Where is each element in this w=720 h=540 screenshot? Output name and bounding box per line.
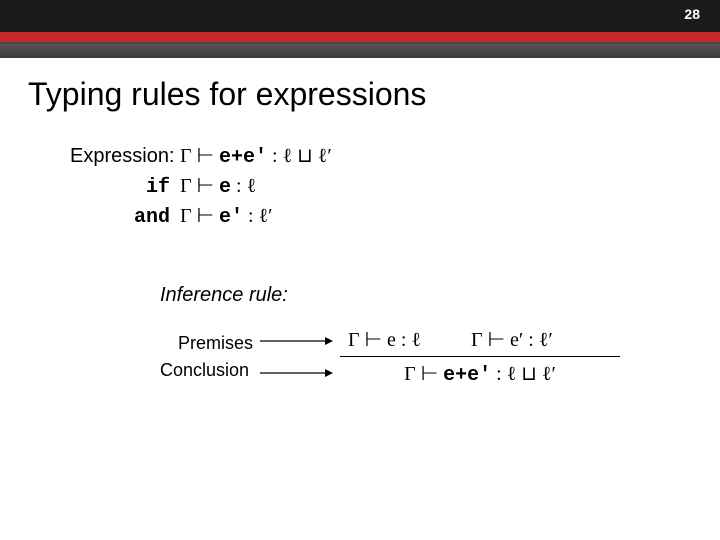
if-keyword: if	[70, 176, 180, 199]
header-red-bar	[0, 32, 720, 42]
and-keyword: and	[70, 206, 180, 229]
rule-premises-line: Γ ⊢ e : ℓ Γ ⊢ e′ : ℓ′	[340, 327, 620, 356]
inference-labels-column: Premises Conclusion	[160, 332, 260, 383]
inference-row: Premises Conclusion Γ ⊢ e : ℓ Γ ⊢ e′ : ℓ…	[160, 327, 720, 387]
expression-line-3: and Γ ⊢ e′ : ℓ′	[70, 203, 720, 229]
slide-title: Typing rules for expressions	[28, 76, 720, 113]
content-area: Expression: Γ ⊢ e+e′ : ℓ ⊔ ℓ′ if Γ ⊢ e :…	[0, 113, 720, 387]
premises-label: Premises	[178, 332, 260, 355]
arrows-column	[260, 335, 340, 379]
rule-conclusion-line: Γ ⊢ e+e′ : ℓ ⊔ ℓ′	[340, 357, 620, 387]
arrow-icon	[260, 367, 335, 379]
rule-premise-2: Γ ⊢ e′ : ℓ′	[471, 327, 553, 352]
inference-section: Inference rule: Premises Conclusion Γ ⊢ …	[160, 284, 720, 387]
header-gradient-bar	[0, 42, 720, 58]
rule-premise-1: Γ ⊢ e : ℓ	[348, 327, 421, 352]
expression-premise-1: Γ ⊢ e : ℓ	[180, 173, 256, 199]
conclusion-label: Conclusion	[160, 359, 260, 382]
expression-label: Expression:	[70, 145, 180, 168]
rule-conclusion: Γ ⊢ e+e′ : ℓ ⊔ ℓ′	[404, 363, 556, 385]
inference-rule: Γ ⊢ e : ℓ Γ ⊢ e′ : ℓ′ Γ ⊢ e+e′ : ℓ ⊔ ℓ′	[340, 327, 620, 387]
expression-line-2: if Γ ⊢ e : ℓ	[70, 173, 720, 199]
arrow-icon	[260, 335, 335, 347]
expression-main-judgement: Γ ⊢ e+e′ : ℓ ⊔ ℓ′	[180, 143, 332, 169]
header-black-bar: 28	[0, 0, 720, 32]
expression-line-1: Expression: Γ ⊢ e+e′ : ℓ ⊔ ℓ′	[70, 143, 720, 169]
page-number: 28	[684, 6, 700, 22]
expression-premise-2: Γ ⊢ e′ : ℓ′	[180, 203, 273, 229]
inference-heading: Inference rule:	[160, 284, 720, 307]
